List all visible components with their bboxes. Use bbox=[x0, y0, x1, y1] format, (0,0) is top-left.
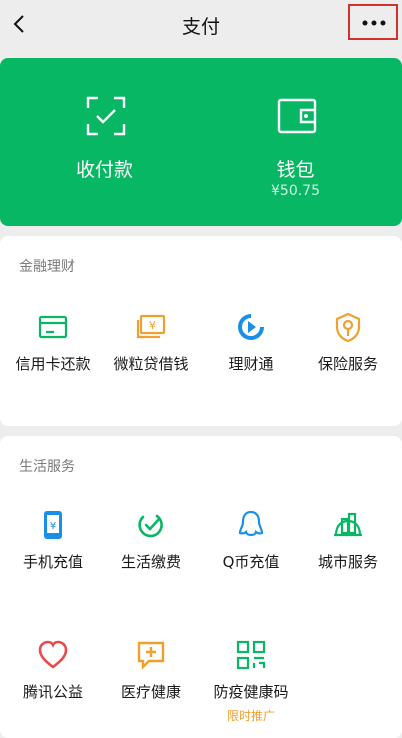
insurance-icon bbox=[335, 312, 361, 343]
svg-text:¥: ¥ bbox=[50, 521, 56, 532]
life-services-section: 生活服务 ¥ 手机充值 生活缴费 Q币充值 城市服务 腾讯公益 医疗健康 防疫健… bbox=[0, 436, 402, 738]
collect-pay-button[interactable]: 收付款 bbox=[4, 58, 205, 226]
service-label: Q币充值 bbox=[222, 553, 280, 571]
phone-icon: ¥ bbox=[44, 511, 62, 539]
page-title: 支付 bbox=[181, 16, 220, 38]
wallet-balance: ¥50.75 bbox=[271, 183, 320, 199]
scan-check-icon bbox=[86, 96, 126, 136]
qr-code-icon bbox=[236, 640, 266, 670]
promo-tag: 限时推广 bbox=[226, 709, 275, 723]
service-label: 信用卡还款 bbox=[15, 355, 91, 373]
credit-card-icon bbox=[38, 315, 68, 339]
bill-check-icon bbox=[138, 514, 163, 538]
penguin-icon bbox=[238, 510, 264, 537]
service-label: 城市服务 bbox=[317, 553, 378, 571]
payment-panel: 收付款 钱包 ¥50.75 bbox=[0, 58, 402, 226]
section-title: 金融理财 bbox=[19, 259, 75, 275]
wealth-icon bbox=[238, 314, 264, 340]
service-label: 防疫健康码 bbox=[213, 683, 289, 701]
finance-section: 金融理财 信用卡还款 ¥ 微粒贷借钱 理财通 保险服务 bbox=[0, 236, 402, 426]
city-icon bbox=[334, 512, 362, 537]
wallet-label: 钱包 bbox=[276, 159, 315, 181]
cash-icon: ¥ bbox=[136, 314, 166, 339]
more-button[interactable] bbox=[348, 4, 398, 40]
service-label: 医疗健康 bbox=[120, 683, 181, 701]
service-label: 手机充值 bbox=[22, 553, 83, 571]
service-label: 理财通 bbox=[228, 355, 274, 373]
service-label: 腾讯公益 bbox=[22, 683, 83, 701]
service-label: 生活缴费 bbox=[120, 553, 181, 571]
wallet-icon bbox=[277, 98, 317, 134]
heart-icon bbox=[38, 640, 68, 669]
collect-pay-label: 收付款 bbox=[75, 159, 133, 181]
section-title: 生活服务 bbox=[19, 459, 75, 475]
service-label: 保险服务 bbox=[317, 355, 378, 373]
service-label: 微粒贷借钱 bbox=[113, 355, 189, 373]
more-dots-icon bbox=[362, 20, 386, 26]
medical-icon bbox=[137, 641, 165, 670]
top-bar: 支付 bbox=[0, 0, 402, 50]
svg-text:¥: ¥ bbox=[149, 319, 156, 332]
wallet-button[interactable]: 钱包 ¥50.75 bbox=[195, 58, 396, 226]
